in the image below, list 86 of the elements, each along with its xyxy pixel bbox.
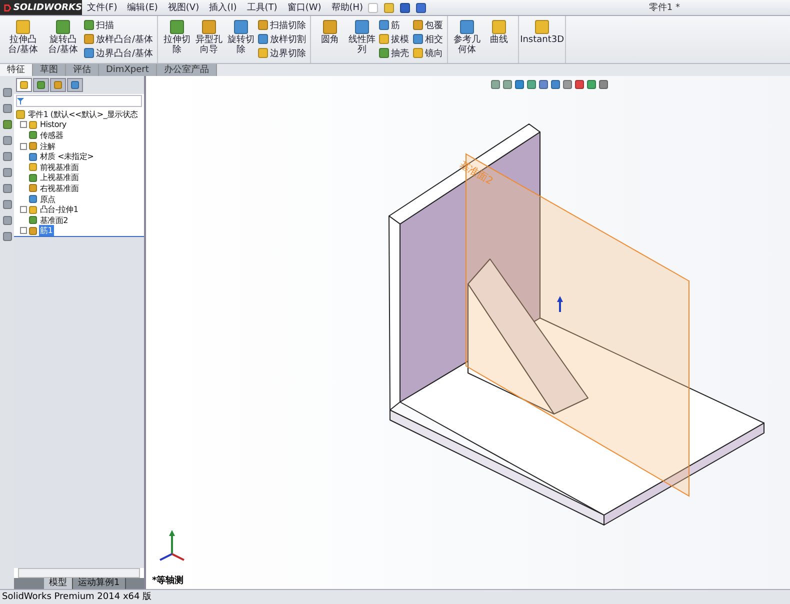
ribbon-button[interactable]: 旋转切除 xyxy=(226,18,256,61)
ribbon-button[interactable]: 包覆 xyxy=(413,18,444,32)
feature-icon xyxy=(258,34,268,44)
tree-item[interactable]: 前视基准面 xyxy=(39,162,80,173)
tree-item[interactable]: History xyxy=(39,120,68,130)
ribbon-button[interactable]: 旋转凸台/基体 xyxy=(44,18,82,61)
menu-item[interactable]: 插入(I) xyxy=(204,1,242,14)
expand-icon[interactable] xyxy=(20,206,27,214)
feature-icon xyxy=(234,20,248,34)
expand-icon[interactable] xyxy=(20,142,27,150)
ribbon-button[interactable]: 筋 xyxy=(379,18,410,32)
ribbon-button[interactable]: 边界切除 xyxy=(258,46,306,60)
tree-item[interactable]: 上视基准面 xyxy=(39,172,80,184)
ribbon-button[interactable]: Instant3D xyxy=(523,18,562,61)
filter-icon xyxy=(17,98,24,104)
command-tab[interactable]: 特征 xyxy=(0,64,33,76)
command-tab[interactable]: 草图 xyxy=(33,64,66,76)
ribbon-button[interactable]: 放样切割 xyxy=(258,32,306,46)
feature-icon xyxy=(258,48,268,58)
document-title: 零件1 * xyxy=(648,2,680,14)
scrollbar[interactable] xyxy=(18,568,140,578)
ribbon-button[interactable]: 拉伸凸台/基体 xyxy=(4,18,42,61)
menu-item[interactable]: 帮助(H) xyxy=(326,1,368,14)
command-tab[interactable]: 办公室产品 xyxy=(156,64,217,76)
ribbon-button[interactable]: 线性阵列 xyxy=(347,18,378,61)
ribbon-button[interactable]: 扫描 xyxy=(84,18,154,32)
pane-tab[interactable] xyxy=(50,78,66,92)
command-tab[interactable]: 评估 xyxy=(66,64,99,76)
pane-tab[interactable] xyxy=(67,78,83,92)
ribbon-button[interactable]: 镜向 xyxy=(413,46,444,60)
feature-icon xyxy=(323,20,338,34)
tree-item[interactable]: 右视基准面 xyxy=(39,182,80,194)
ribbon-button[interactable]: 曲线 xyxy=(484,18,514,61)
feature-icon xyxy=(413,20,424,30)
expand-icon[interactable] xyxy=(20,121,27,128)
feature-icon xyxy=(413,34,424,44)
ribbon-button[interactable]: 拉伸切除 xyxy=(162,18,192,61)
ribbon-button[interactable]: 边界凸台/基体 xyxy=(84,46,154,60)
feature-icon xyxy=(379,48,390,58)
app-logo: SOLIDWORKS xyxy=(0,0,82,15)
menu-item[interactable]: 工具(T) xyxy=(242,1,282,14)
ribbon-button[interactable]: 拔模 xyxy=(379,32,410,46)
feature-icon xyxy=(535,20,550,34)
menu-item[interactable]: 窗口(W) xyxy=(282,1,326,14)
tree-item[interactable]: 筋1 xyxy=(39,225,54,236)
ribbon-button[interactable]: 参考几何体 xyxy=(452,18,482,61)
menu-item[interactable]: 视图(V) xyxy=(162,1,204,14)
feature-icon xyxy=(258,20,268,30)
feature-icon xyxy=(379,34,390,44)
feature-icon xyxy=(16,20,30,34)
expand-icon[interactable] xyxy=(20,227,27,234)
feature-icon xyxy=(170,20,184,34)
ribbon-button[interactable]: 圆角 xyxy=(315,18,346,61)
model-tab[interactable]: 运动算例1 xyxy=(73,578,126,589)
feature-icon xyxy=(460,20,474,34)
axis-triad-icon xyxy=(160,530,184,561)
tree-item[interactable]: 基准面2 xyxy=(39,214,69,226)
ribbon-button[interactable]: 相交 xyxy=(413,32,444,46)
tree-item[interactable]: 材质 <未指定> xyxy=(39,151,95,162)
view-name: *等轴测 xyxy=(152,574,184,587)
logo-mark-icon xyxy=(4,4,12,12)
feature-icon xyxy=(413,48,424,58)
feature-icon xyxy=(56,20,70,34)
menu-item[interactable]: 编辑(E) xyxy=(122,1,163,14)
filter-field[interactable] xyxy=(16,95,142,107)
menu-item[interactable]: 文件(F) xyxy=(82,1,122,14)
model-tab[interactable]: 模型 xyxy=(44,578,73,589)
feature-icon xyxy=(202,20,216,34)
tree-item[interactable]: 注解 xyxy=(39,140,56,152)
status-bar: SolidWorks Premium 2014 x64 版 xyxy=(0,589,790,604)
tree-item[interactable]: 凸台-拉伸1 xyxy=(39,204,80,216)
tree-root[interactable]: 零件1 (默认<<默认>_显示状态 xyxy=(27,108,139,120)
ribbon-button[interactable]: 放样凸台/基体 xyxy=(84,32,154,46)
feature-icon xyxy=(355,20,370,34)
origin-arrow-icon xyxy=(557,296,563,312)
pane-tab[interactable] xyxy=(33,78,49,92)
part-icon xyxy=(16,110,25,119)
tree-item[interactable]: 传感器 xyxy=(39,130,64,141)
ribbon-button[interactable]: 扫描切除 xyxy=(258,18,306,32)
ribbon-button[interactable]: 抽壳 xyxy=(379,46,410,60)
feature-icon xyxy=(492,20,506,34)
command-tab[interactable]: DimXpert xyxy=(99,64,157,76)
ribbon-button[interactable]: 异型孔向导 xyxy=(194,18,224,61)
feature-icon xyxy=(379,20,390,30)
pane-tab[interactable] xyxy=(16,78,32,92)
tree-item[interactable]: 原点 xyxy=(39,194,56,205)
